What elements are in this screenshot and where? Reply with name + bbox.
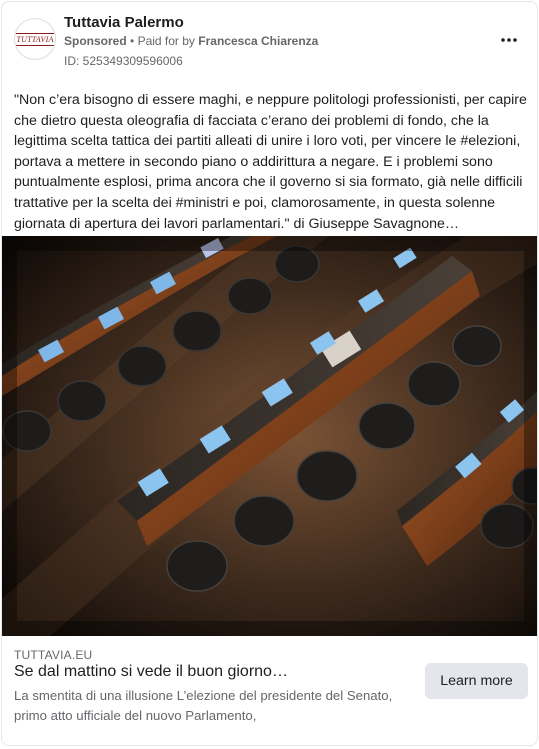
avatar-logo: TUTTAVIA [16, 32, 54, 46]
post-header: TUTTAVIA Tuttavia Palermo Sponsored • Pa… [2, 2, 537, 80]
more-options-button[interactable] [497, 28, 521, 52]
more-horizontal-icon [501, 38, 517, 42]
sponsorship-line: Sponsored • Paid for by Francesca Chiare… [64, 34, 318, 48]
link-headline[interactable]: Se dal mattino si vede il buon giorno… [14, 663, 288, 681]
page-name[interactable]: Tuttavia Palermo [64, 14, 184, 31]
link-description: La smentita di una illusione L’elezione … [14, 688, 393, 723]
parliament-hall-image [2, 236, 537, 636]
post-image-parliament[interactable] [2, 236, 537, 636]
sponsored-post-card: TUTTAVIA Tuttavia Palermo Sponsored • Pa… [1, 1, 538, 746]
payer-name[interactable]: Francesca Chiarenza [198, 34, 318, 48]
link-preview[interactable]: TUTTAVIA.EU Se dal mattino si vede il bu… [2, 636, 537, 745]
ad-id: ID: 525349309596006 [64, 54, 183, 68]
link-domain: TUTTAVIA.EU [14, 648, 93, 662]
sponsored-label: Sponsored [64, 34, 127, 48]
post-body-text: "Non c’era bisogno di essere maghi, e ne… [14, 92, 527, 232]
paid-for-prefix: Paid for by [137, 34, 195, 48]
separator-dot: • [130, 34, 135, 48]
learn-more-button[interactable]: Learn more [425, 663, 528, 699]
page-avatar[interactable]: TUTTAVIA [14, 18, 56, 60]
